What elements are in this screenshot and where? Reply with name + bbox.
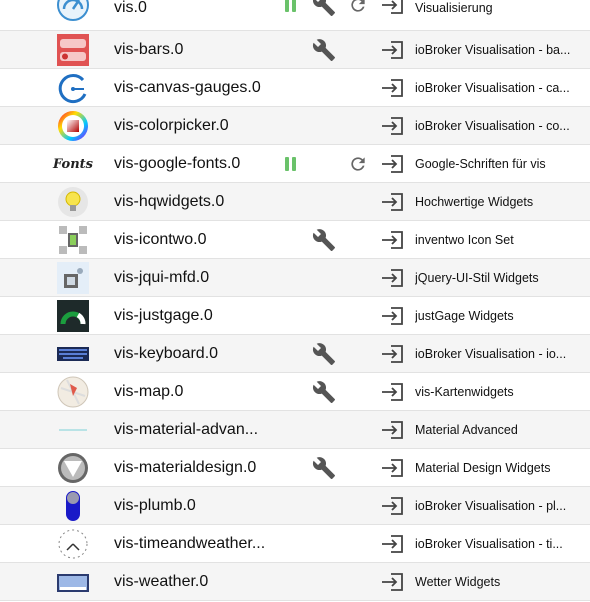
adapter-name: vis-materialdesign.0 (114, 459, 257, 476)
open-instance-icon[interactable] (380, 533, 404, 555)
adapter-name: vis-justgage.0 (114, 307, 213, 324)
adapter-row[interactable]: vis-icontwo.0 inventwo Icon Set (0, 221, 590, 259)
icon-label: Fonts (53, 156, 93, 172)
wrench-icon[interactable] (312, 0, 336, 17)
jqui-icon (57, 262, 89, 294)
canvas-gauge-icon (57, 72, 89, 104)
open-instance-icon[interactable] (380, 229, 404, 251)
adapter-row[interactable]: vis-plumb.0 ioBroker Visualisation - pl..… (0, 487, 590, 525)
open-instance-icon[interactable] (380, 571, 404, 593)
adapter-instance-list: vis.0 Visualisierung vis-bars.0 ioBroker Vi… (0, 0, 590, 601)
adapter-row[interactable]: vis-hqwidgets.0 Hochwertige Widgets (0, 183, 590, 221)
adapter-row[interactable]: vis.0 Visualisierung (0, 0, 590, 31)
open-instance-icon[interactable] (380, 267, 404, 289)
adapter-row[interactable]: vis-canvas-gauges.0 ioBroker Visualisatio… (0, 69, 590, 107)
adapter-row[interactable]: vis-materialdesign.0 Material Design Widg… (0, 449, 590, 487)
open-instance-icon[interactable] (380, 77, 404, 99)
adapter-name: vis-material-advan... (114, 421, 259, 438)
adapter-row[interactable]: vis-timeandweather... ioBroker Visualisat… (0, 525, 590, 563)
reload-icon[interactable] (348, 154, 368, 174)
pause-icon[interactable] (284, 0, 298, 12)
weather-icon (57, 566, 89, 598)
open-instance-icon[interactable] (380, 381, 404, 403)
adapter-name: vis-weather.0 (114, 573, 209, 590)
adapter-title: Wetter Widgets (415, 575, 501, 589)
adapter-row[interactable]: vis-justgage.0 justGage Widgets (0, 297, 590, 335)
adapter-row[interactable]: vis-weather.0 Wetter Widgets (0, 563, 590, 601)
open-instance-icon[interactable] (380, 39, 404, 61)
adapter-row[interactable]: vis-colorpicker.0 ioBroker Visualisation … (0, 107, 590, 145)
speedometer-icon (57, 0, 89, 21)
wrench-icon[interactable] (312, 342, 336, 366)
open-instance-icon[interactable] (380, 191, 404, 213)
adapter-name: vis-jqui-mfd.0 (114, 269, 210, 286)
adapter-title: ioBroker Visualisation - ca... (415, 81, 570, 95)
adapter-name: vis-colorpicker.0 (114, 117, 229, 134)
adapter-title: Google-Schriften für vis (415, 157, 546, 171)
bars-widget-icon (57, 34, 89, 66)
adapter-name: vis-plumb.0 (114, 497, 196, 514)
material-triangle-icon (57, 452, 89, 484)
wrench-icon[interactable] (312, 228, 336, 252)
fonts-icon: Fonts (53, 148, 93, 180)
lightbulb-icon (57, 186, 89, 218)
open-instance-icon[interactable] (380, 495, 404, 517)
adapter-name: vis-icontwo.0 (114, 231, 207, 248)
adapter-title: Material Advanced (415, 423, 518, 437)
adapter-title: Material Design Widgets (415, 461, 551, 475)
adapter-title: ioBroker Visualisation - io... (415, 347, 567, 361)
open-instance-icon[interactable] (380, 343, 404, 365)
reload-icon[interactable] (348, 0, 368, 15)
adapter-title: Hochwertige Widgets (415, 195, 534, 209)
adapter-row[interactable]: Fonts vis-google-fonts.0 Google-Schriften … (0, 145, 590, 183)
wrench-icon[interactable] (312, 380, 336, 404)
plumb-tube-icon (57, 490, 89, 522)
open-instance-icon[interactable] (380, 457, 404, 479)
adapter-title: ioBroker Visualisation - co... (415, 119, 570, 133)
open-instance-icon[interactable] (380, 305, 404, 327)
wrench-icon[interactable] (312, 456, 336, 480)
color-wheel-icon (57, 110, 89, 142)
adapter-name: vis.0 (114, 0, 147, 16)
open-instance-icon[interactable] (380, 153, 404, 175)
adapter-name: vis-keyboard.0 (114, 345, 219, 362)
adapter-name: vis-hqwidgets.0 (114, 193, 225, 210)
open-instance-icon[interactable] (380, 115, 404, 137)
adapter-name: vis-timeandweather... (114, 535, 266, 552)
adapter-title: ioBroker Visualisation - pl... (415, 499, 567, 513)
adapter-name: vis-google-fonts.0 (114, 155, 241, 172)
adapter-row[interactable]: vis-material-advan... Material Advanced (0, 411, 590, 449)
adapter-name: vis-bars.0 (114, 41, 184, 58)
adapter-title: Visualisierung (415, 1, 493, 15)
adapter-name: vis-map.0 (114, 383, 184, 400)
material-line-icon (57, 414, 89, 446)
adapter-row[interactable]: vis-bars.0 ioBroker Visualisation - ba... (0, 31, 590, 69)
open-instance-icon[interactable] (380, 419, 404, 441)
icon-set-icon (57, 224, 89, 256)
clock-icon (57, 528, 89, 560)
keyboard-icon (57, 338, 89, 370)
adapter-row[interactable]: vis-keyboard.0 ioBroker Visualisation - i… (0, 335, 590, 373)
adapter-name: vis-canvas-gauges.0 (114, 79, 261, 96)
adapter-title: vis-Kartenwidgets (415, 385, 514, 399)
pause-icon[interactable] (284, 157, 298, 171)
adapter-title: jQuery-UI-Stil Widgets (415, 271, 539, 285)
adapter-title: inventwo Icon Set (415, 233, 514, 247)
wrench-icon[interactable] (312, 38, 336, 62)
adapter-row[interactable]: vis-map.0 vis-Kartenwidgets (0, 373, 590, 411)
open-instance-icon[interactable] (380, 0, 404, 16)
adapter-row[interactable]: vis-jqui-mfd.0 jQuery-UI-Stil Widgets (0, 259, 590, 297)
map-icon (57, 376, 89, 408)
adapter-title: ioBroker Visualisation - ba... (415, 43, 571, 57)
gauge-icon (57, 300, 89, 332)
adapter-title: ioBroker Visualisation - ti... (415, 537, 563, 551)
adapter-title: justGage Widgets (415, 309, 514, 323)
